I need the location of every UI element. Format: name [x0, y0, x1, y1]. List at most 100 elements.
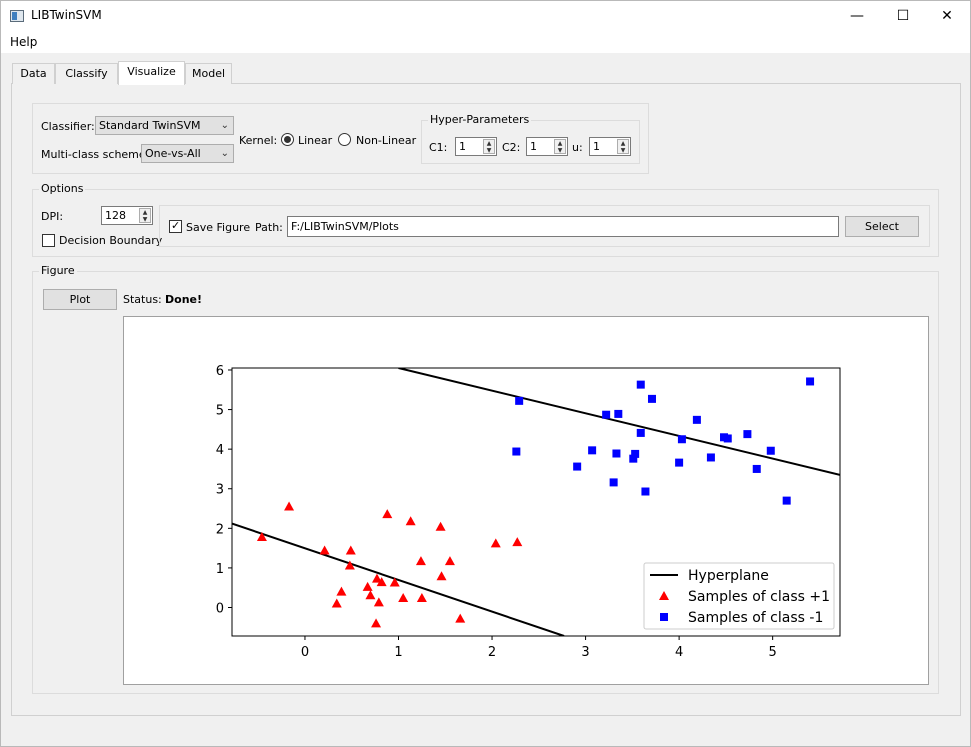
multiclass-select-value: One-vs-All — [145, 147, 201, 160]
decision-boundary-label[interactable]: Decision Boundary — [59, 234, 162, 247]
kernel-nonlinear-label[interactable]: Non-Linear — [356, 134, 416, 147]
class-pos-point — [336, 586, 347, 596]
classifier-group: Classifier: Standard TwinSVM ⌄ Multi-cla… — [32, 103, 649, 174]
x-tick-label: 4 — [675, 645, 683, 660]
x-tick-label: 2 — [488, 645, 496, 660]
y-tick-label: 6 — [216, 364, 224, 379]
spin-arrows-icon[interactable]: ▲ ▼ — [139, 208, 151, 223]
y-tick-label: 3 — [216, 483, 224, 498]
class-neg-point — [614, 409, 623, 418]
classifier-select[interactable]: Standard TwinSVM ⌄ — [95, 116, 234, 135]
class-neg-point — [677, 435, 686, 444]
class-neg-point — [743, 430, 752, 439]
y-tick-label: 0 — [216, 601, 224, 616]
scatter-plot: 0 1 2 3 4 5 0 1 2 3 4 5 6 Hyperplane Samples of class … — [216, 364, 841, 660]
class-neg-point — [636, 428, 645, 437]
x-tick-label: 0 — [301, 645, 309, 660]
legend-label: Samples of class +1 — [688, 589, 830, 605]
class-neg-point — [515, 396, 524, 405]
class-neg-point — [588, 446, 597, 455]
class-pos-point — [319, 545, 330, 555]
hyperplane-line-1 — [398, 368, 840, 476]
class-pos-point — [490, 538, 501, 548]
u-value: 1 — [593, 140, 600, 153]
c2-spinbox[interactable]: 1 ▲ ▼ — [526, 137, 568, 156]
class-neg-point — [512, 447, 521, 456]
class-pos-point — [436, 571, 447, 581]
save-figure-checkbox[interactable] — [169, 219, 182, 233]
minimize-button[interactable]: — — [834, 1, 880, 31]
c1-spinbox[interactable]: 1 ▲ ▼ — [455, 137, 497, 156]
save-figure-label[interactable]: Save Figure — [186, 221, 250, 234]
dpi-spinbox[interactable]: 128 ▲ ▼ — [101, 206, 153, 225]
tab-classify[interactable]: Classify — [55, 63, 118, 84]
maximize-button[interactable]: ☐ — [880, 1, 926, 31]
class-neg-point — [723, 434, 732, 443]
class-neg-point — [573, 462, 582, 471]
class-pos-point — [345, 545, 356, 555]
path-label: Path: — [255, 221, 283, 234]
c2-value: 1 — [530, 140, 537, 153]
chevron-down-icon: ⌄ — [220, 148, 229, 159]
figure-title: Figure — [39, 264, 77, 277]
figure-canvas: 0 1 2 3 4 5 0 1 2 3 4 5 6 Hyperplane Samples of class … — [123, 316, 929, 685]
class-pos-point — [331, 598, 342, 608]
c2-label: C2: — [502, 141, 521, 154]
class-neg-point — [766, 446, 775, 455]
class-neg-point — [675, 458, 684, 467]
plot-button[interactable]: Plot — [43, 289, 117, 310]
select-path-button[interactable]: Select — [845, 216, 919, 237]
class-pos-point — [416, 592, 427, 602]
kernel-linear-label[interactable]: Linear — [298, 134, 332, 147]
tab-model[interactable]: Model — [185, 63, 232, 84]
class-pos-point — [362, 581, 373, 591]
class-neg-point — [636, 380, 645, 389]
y-tick-label: 1 — [216, 562, 224, 577]
title-bar: LIBTwinSVM — ☐ ✕ — [1, 1, 970, 31]
class-neg-point — [631, 449, 640, 458]
app-window: LIBTwinSVM — ☐ ✕ Help Data Classify Visu… — [0, 0, 971, 747]
kernel-nonlinear-radio[interactable] — [338, 133, 351, 146]
tab-data[interactable]: Data — [12, 63, 55, 84]
legend-square-swatch — [660, 613, 668, 621]
class-pos-point — [398, 592, 409, 602]
class-pos-point — [382, 509, 393, 519]
class-pos-point — [405, 516, 416, 526]
class-neg-point — [609, 478, 618, 487]
u-label: u: — [572, 141, 583, 154]
tab-visualize[interactable]: Visualize — [118, 61, 185, 85]
class-neg-point — [806, 377, 815, 386]
multiclass-select[interactable]: One-vs-All ⌄ — [141, 144, 234, 163]
menu-help[interactable]: Help — [10, 35, 37, 49]
class-pos-point — [455, 613, 466, 623]
y-tick-label: 2 — [216, 522, 224, 537]
class-neg-point — [602, 410, 611, 419]
close-button[interactable]: ✕ — [924, 1, 970, 31]
hyper-parameters-title: Hyper-Parameters — [428, 113, 532, 126]
class-neg-point — [752, 464, 761, 473]
legend-label: Hyperplane — [688, 568, 769, 584]
u-spinbox[interactable]: 1 ▲ ▼ — [589, 137, 631, 156]
classifier-select-value: Standard TwinSVM — [99, 119, 201, 132]
class-neg-point — [647, 394, 656, 403]
app-icon — [10, 10, 24, 22]
legend-label: Samples of class -1 — [688, 610, 823, 626]
menu-bar: Help — [1, 31, 970, 53]
kernel-linear-radio[interactable] — [281, 133, 294, 146]
spin-arrows-icon[interactable]: ▲ ▼ — [483, 139, 495, 154]
multiclass-label: Multi-class scheme: — [41, 148, 150, 161]
hyper-parameters-group: Hyper-Parameters C1: 1 ▲ ▼ C2: 1 ▲ ▼ u: 1 … — [421, 113, 640, 164]
y-tick-label: 5 — [216, 404, 224, 419]
class-pos-point — [444, 556, 455, 566]
save-figure-group: Save Figure Path: F:/LIBTwinSVM/Plots Se… — [159, 205, 930, 247]
decision-boundary-checkbox[interactable] — [42, 234, 55, 247]
class-pos-point — [373, 597, 384, 607]
spin-arrows-icon[interactable]: ▲ ▼ — [554, 139, 566, 154]
path-input[interactable]: F:/LIBTwinSVM/Plots — [287, 216, 839, 237]
x-tick-label: 3 — [581, 645, 589, 660]
chevron-down-icon: ⌄ — [220, 120, 229, 131]
spin-arrows-icon[interactable]: ▲ ▼ — [617, 139, 629, 154]
options-title: Options — [39, 182, 86, 195]
y-tick-label: 4 — [216, 443, 224, 458]
status-label: Status: — [123, 293, 162, 306]
